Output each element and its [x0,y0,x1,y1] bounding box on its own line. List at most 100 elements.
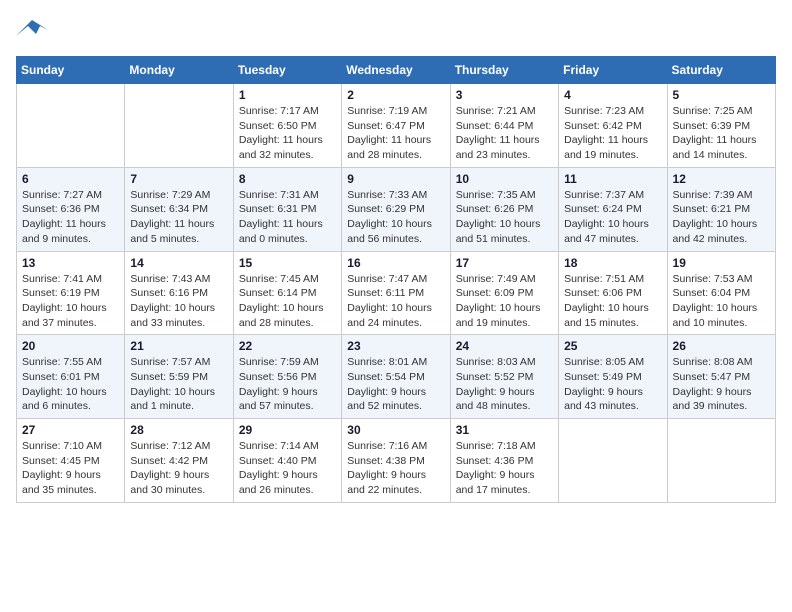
day-number: 15 [239,256,336,270]
day-number: 22 [239,339,336,353]
header-row: Sunday Monday Tuesday Wednesday Thursday… [17,57,776,84]
day-number: 14 [130,256,227,270]
calendar-body: 1Sunrise: 7:17 AM Sunset: 6:50 PM Daylig… [17,84,776,503]
day-info: Sunrise: 7:59 AM Sunset: 5:56 PM Dayligh… [239,355,336,414]
calendar-cell: 17 Sunrise: 7:49 AM Sunset: 6:09 PM Dayli… [450,251,558,335]
day-number: 31 [456,423,553,437]
day-number: 10 [456,172,553,186]
calendar-cell: 10 Sunrise: 7:35 AM Sunset: 6:26 PM Dayli… [450,167,558,251]
day-number: 26 [673,339,770,353]
calendar-cell: 7 Sunrise: 7:29 AM Sunset: 6:34 PM Daylig… [125,167,233,251]
calendar-header: Sunday Monday Tuesday Wednesday Thursday… [17,57,776,84]
calendar-cell: 2 Sunrise: 7:19 AM Sunset: 6:47 PM Daylig… [342,84,450,168]
calendar-cell: 22 Sunrise: 7:59 AM Sunset: 5:56 PM Dayli… [233,335,341,419]
col-sunday: Sunday [17,57,125,84]
day-info: Sunrise: 7:21 AM Sunset: 6:44 PM Dayligh… [456,104,553,163]
calendar-cell: 6 Sunrise: 7:27 AM Sunset: 6:36 PM Daylig… [17,167,125,251]
day-number: 19 [673,256,770,270]
calendar-cell: 4 Sunrise: 7:23 AM Sunset: 6:42 PM Daylig… [559,84,667,168]
calendar-cell: 12 Sunrise: 7:39 AM Sunset: 6:21 PM Dayli… [667,167,775,251]
day-info: Sunrise: 7:41 AM Sunset: 6:19 PM Dayligh… [22,272,119,331]
day-number: 12 [673,172,770,186]
calendar-cell: 14 Sunrise: 7:43 AM Sunset: 6:16 PM Dayli… [125,251,233,335]
day-number: 6 [22,172,119,186]
calendar-cell: 29 Sunrise: 7:14 AM Sunset: 4:40 PM Dayli… [233,419,341,503]
day-number: 23 [347,339,444,353]
calendar-cell: 1Sunrise: 7:17 AM Sunset: 6:50 PM Daylig… [233,84,341,168]
calendar-week-row: 27Sunrise: 7:10 AM Sunset: 4:45 PM Dayli… [17,419,776,503]
calendar-cell [125,84,233,168]
calendar-cell: 30Sunrise: 7:16 AM Sunset: 4:38 PM Dayli… [342,419,450,503]
day-number: 28 [130,423,227,437]
day-info: Sunrise: 7:45 AM Sunset: 6:14 PM Dayligh… [239,272,336,331]
day-number: 5 [673,88,770,102]
calendar-week-row: 1Sunrise: 7:17 AM Sunset: 6:50 PM Daylig… [17,84,776,168]
day-info: Sunrise: 8:03 AM Sunset: 5:52 PM Dayligh… [456,355,553,414]
day-number: 27 [22,423,119,437]
calendar-cell: 8Sunrise: 7:31 AM Sunset: 6:31 PM Daylig… [233,167,341,251]
calendar-cell [559,419,667,503]
calendar-cell: 25Sunrise: 8:05 AM Sunset: 5:49 PM Dayli… [559,335,667,419]
calendar-cell: 27Sunrise: 7:10 AM Sunset: 4:45 PM Dayli… [17,419,125,503]
day-info: Sunrise: 7:37 AM Sunset: 6:24 PM Dayligh… [564,188,661,247]
calendar-cell: 19 Sunrise: 7:53 AM Sunset: 6:04 PM Dayli… [667,251,775,335]
day-info: Sunrise: 8:08 AM Sunset: 5:47 PM Dayligh… [673,355,770,414]
logo [16,16,52,44]
calendar-cell: 5 Sunrise: 7:25 AM Sunset: 6:39 PM Daylig… [667,84,775,168]
day-number: 2 [347,88,444,102]
day-info: Sunrise: 7:18 AM Sunset: 4:36 PM Dayligh… [456,439,553,498]
day-number: 29 [239,423,336,437]
day-info: Sunrise: 7:29 AM Sunset: 6:34 PM Dayligh… [130,188,227,247]
day-info: Sunrise: 7:14 AM Sunset: 4:40 PM Dayligh… [239,439,336,498]
col-wednesday: Wednesday [342,57,450,84]
calendar-cell: 3 Sunrise: 7:21 AM Sunset: 6:44 PM Daylig… [450,84,558,168]
day-number: 24 [456,339,553,353]
day-info: Sunrise: 7:39 AM Sunset: 6:21 PM Dayligh… [673,188,770,247]
calendar-cell: 24 Sunrise: 8:03 AM Sunset: 5:52 PM Dayli… [450,335,558,419]
day-info: Sunrise: 7:55 AM Sunset: 6:01 PM Dayligh… [22,355,119,414]
day-number: 17 [456,256,553,270]
calendar-cell: 28 Sunrise: 7:12 AM Sunset: 4:42 PM Dayli… [125,419,233,503]
day-number: 9 [347,172,444,186]
day-info: Sunrise: 7:47 AM Sunset: 6:11 PM Dayligh… [347,272,444,331]
day-info: Sunrise: 7:35 AM Sunset: 6:26 PM Dayligh… [456,188,553,247]
day-number: 7 [130,172,227,186]
calendar-cell [667,419,775,503]
day-info: Sunrise: 7:57 AM Sunset: 5:59 PM Dayligh… [130,355,227,414]
day-info: Sunrise: 7:27 AM Sunset: 6:36 PM Dayligh… [22,188,119,247]
day-number: 16 [347,256,444,270]
col-friday: Friday [559,57,667,84]
calendar-cell: 26 Sunrise: 8:08 AM Sunset: 5:47 PM Dayli… [667,335,775,419]
day-number: 3 [456,88,553,102]
day-info: Sunrise: 7:43 AM Sunset: 6:16 PM Dayligh… [130,272,227,331]
calendar-cell: 9 Sunrise: 7:33 AM Sunset: 6:29 PM Daylig… [342,167,450,251]
day-info: Sunrise: 7:23 AM Sunset: 6:42 PM Dayligh… [564,104,661,163]
calendar-cell: 20 Sunrise: 7:55 AM Sunset: 6:01 PM Dayli… [17,335,125,419]
day-number: 21 [130,339,227,353]
col-monday: Monday [125,57,233,84]
day-info: Sunrise: 8:05 AM Sunset: 5:49 PM Dayligh… [564,355,661,414]
col-thursday: Thursday [450,57,558,84]
page-header [16,16,776,44]
day-number: 30 [347,423,444,437]
day-info: Sunrise: 7:33 AM Sunset: 6:29 PM Dayligh… [347,188,444,247]
day-number: 4 [564,88,661,102]
calendar-cell: 31 Sunrise: 7:18 AM Sunset: 4:36 PM Dayli… [450,419,558,503]
calendar-cell: 23 Sunrise: 8:01 AM Sunset: 5:54 PM Dayli… [342,335,450,419]
day-info: Sunrise: 7:25 AM Sunset: 6:39 PM Dayligh… [673,104,770,163]
day-info: Sunrise: 7:12 AM Sunset: 4:42 PM Dayligh… [130,439,227,498]
logo-icon [16,16,48,44]
day-number: 11 [564,172,661,186]
day-info: Sunrise: 7:17 AM Sunset: 6:50 PM Dayligh… [239,104,336,163]
day-info: Sunrise: 8:01 AM Sunset: 5:54 PM Dayligh… [347,355,444,414]
day-info: Sunrise: 7:19 AM Sunset: 6:47 PM Dayligh… [347,104,444,163]
calendar-cell: 21 Sunrise: 7:57 AM Sunset: 5:59 PM Dayli… [125,335,233,419]
day-info: Sunrise: 7:49 AM Sunset: 6:09 PM Dayligh… [456,272,553,331]
day-info: Sunrise: 7:53 AM Sunset: 6:04 PM Dayligh… [673,272,770,331]
day-number: 20 [22,339,119,353]
calendar-cell: 13 Sunrise: 7:41 AM Sunset: 6:19 PM Dayli… [17,251,125,335]
day-info: Sunrise: 7:31 AM Sunset: 6:31 PM Dayligh… [239,188,336,247]
calendar-cell [17,84,125,168]
day-number: 13 [22,256,119,270]
calendar-cell: 15 Sunrise: 7:45 AM Sunset: 6:14 PM Dayli… [233,251,341,335]
